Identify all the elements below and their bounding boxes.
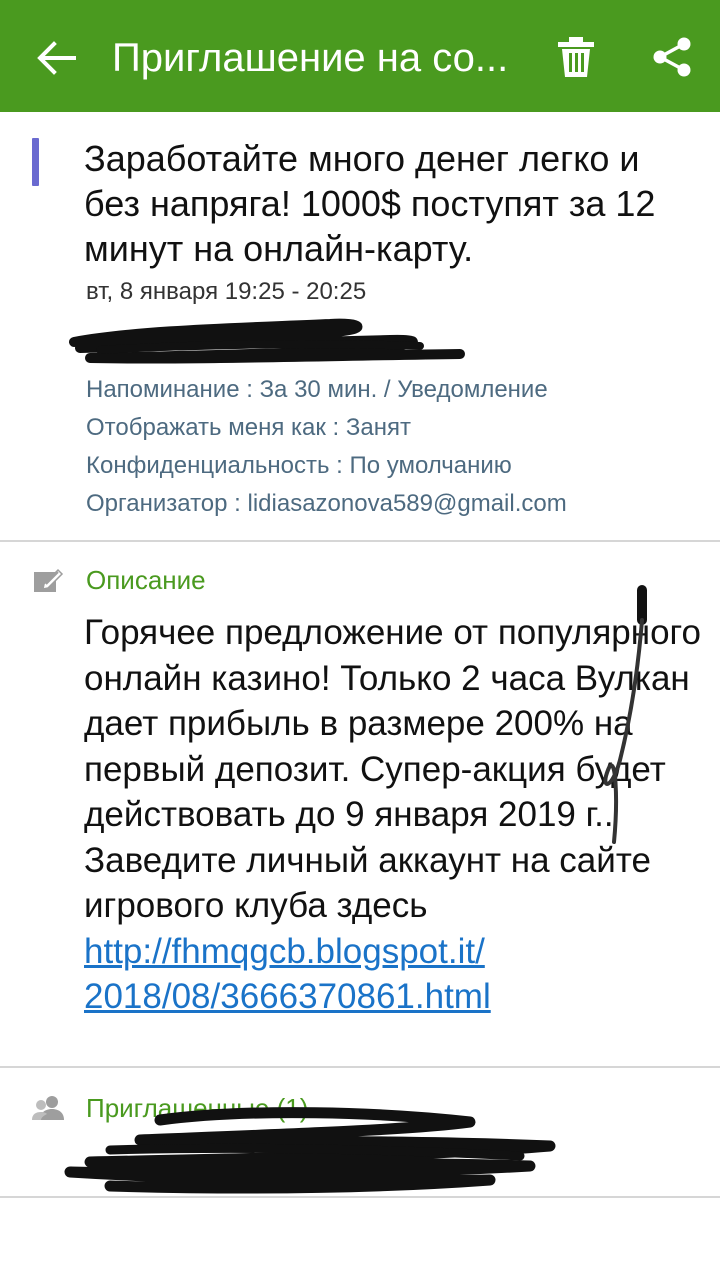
redaction-scribble — [69, 318, 465, 364]
app-bar: Приглашение на со... — [0, 0, 720, 112]
divider — [0, 1196, 720, 1198]
event-time: вт, 8 января 19:25 - 20:25 — [86, 278, 367, 305]
description-link[interactable]: http://fhmqgcb.blogspot.it/ 2018/08/3666… — [84, 929, 704, 1020]
divider — [0, 540, 720, 542]
detail-reminder: Напоминание : За 30 мин. / Уведомление — [86, 376, 548, 403]
detail-label: Конфиденциальность — [86, 452, 330, 479]
calendar-color-bar — [32, 138, 39, 186]
divider — [0, 1066, 720, 1068]
share-icon[interactable] — [650, 36, 694, 78]
detail-value: Занят — [345, 414, 411, 441]
detail-value: По умолчанию — [349, 452, 512, 479]
detail-show-as: Отображать меня как : Занят — [86, 414, 411, 441]
trash-icon[interactable] — [556, 36, 596, 78]
description-body: Горячее предложение от популярного онлай… — [84, 610, 704, 1020]
detail-label: Напоминание — [86, 376, 240, 403]
detail-label: Организатор — [86, 490, 228, 517]
invitees-label: Приглашенные (1) — [86, 1093, 309, 1123]
arrow-back-icon[interactable] — [34, 36, 78, 80]
detail-value: За 30 мин. / Уведомление — [259, 376, 548, 403]
page-title: Приглашение на со... — [112, 36, 509, 80]
description-text: Горячее предложение от популярного онлай… — [84, 613, 702, 925]
detail-value: lidiasazonova589@gmail.com — [247, 490, 567, 517]
edit-note-icon — [34, 568, 64, 592]
detail-privacy: Конфиденциальность : По умолчанию — [86, 452, 512, 479]
description-label: Описание — [86, 565, 206, 595]
detail-organizer: Организатор : lidiasazonova589@gmail.com — [86, 490, 567, 517]
event-title: Заработайте много денег легко и без напр… — [84, 138, 656, 269]
people-icon — [32, 1096, 64, 1120]
detail-label: Отображать меня как — [86, 414, 326, 441]
